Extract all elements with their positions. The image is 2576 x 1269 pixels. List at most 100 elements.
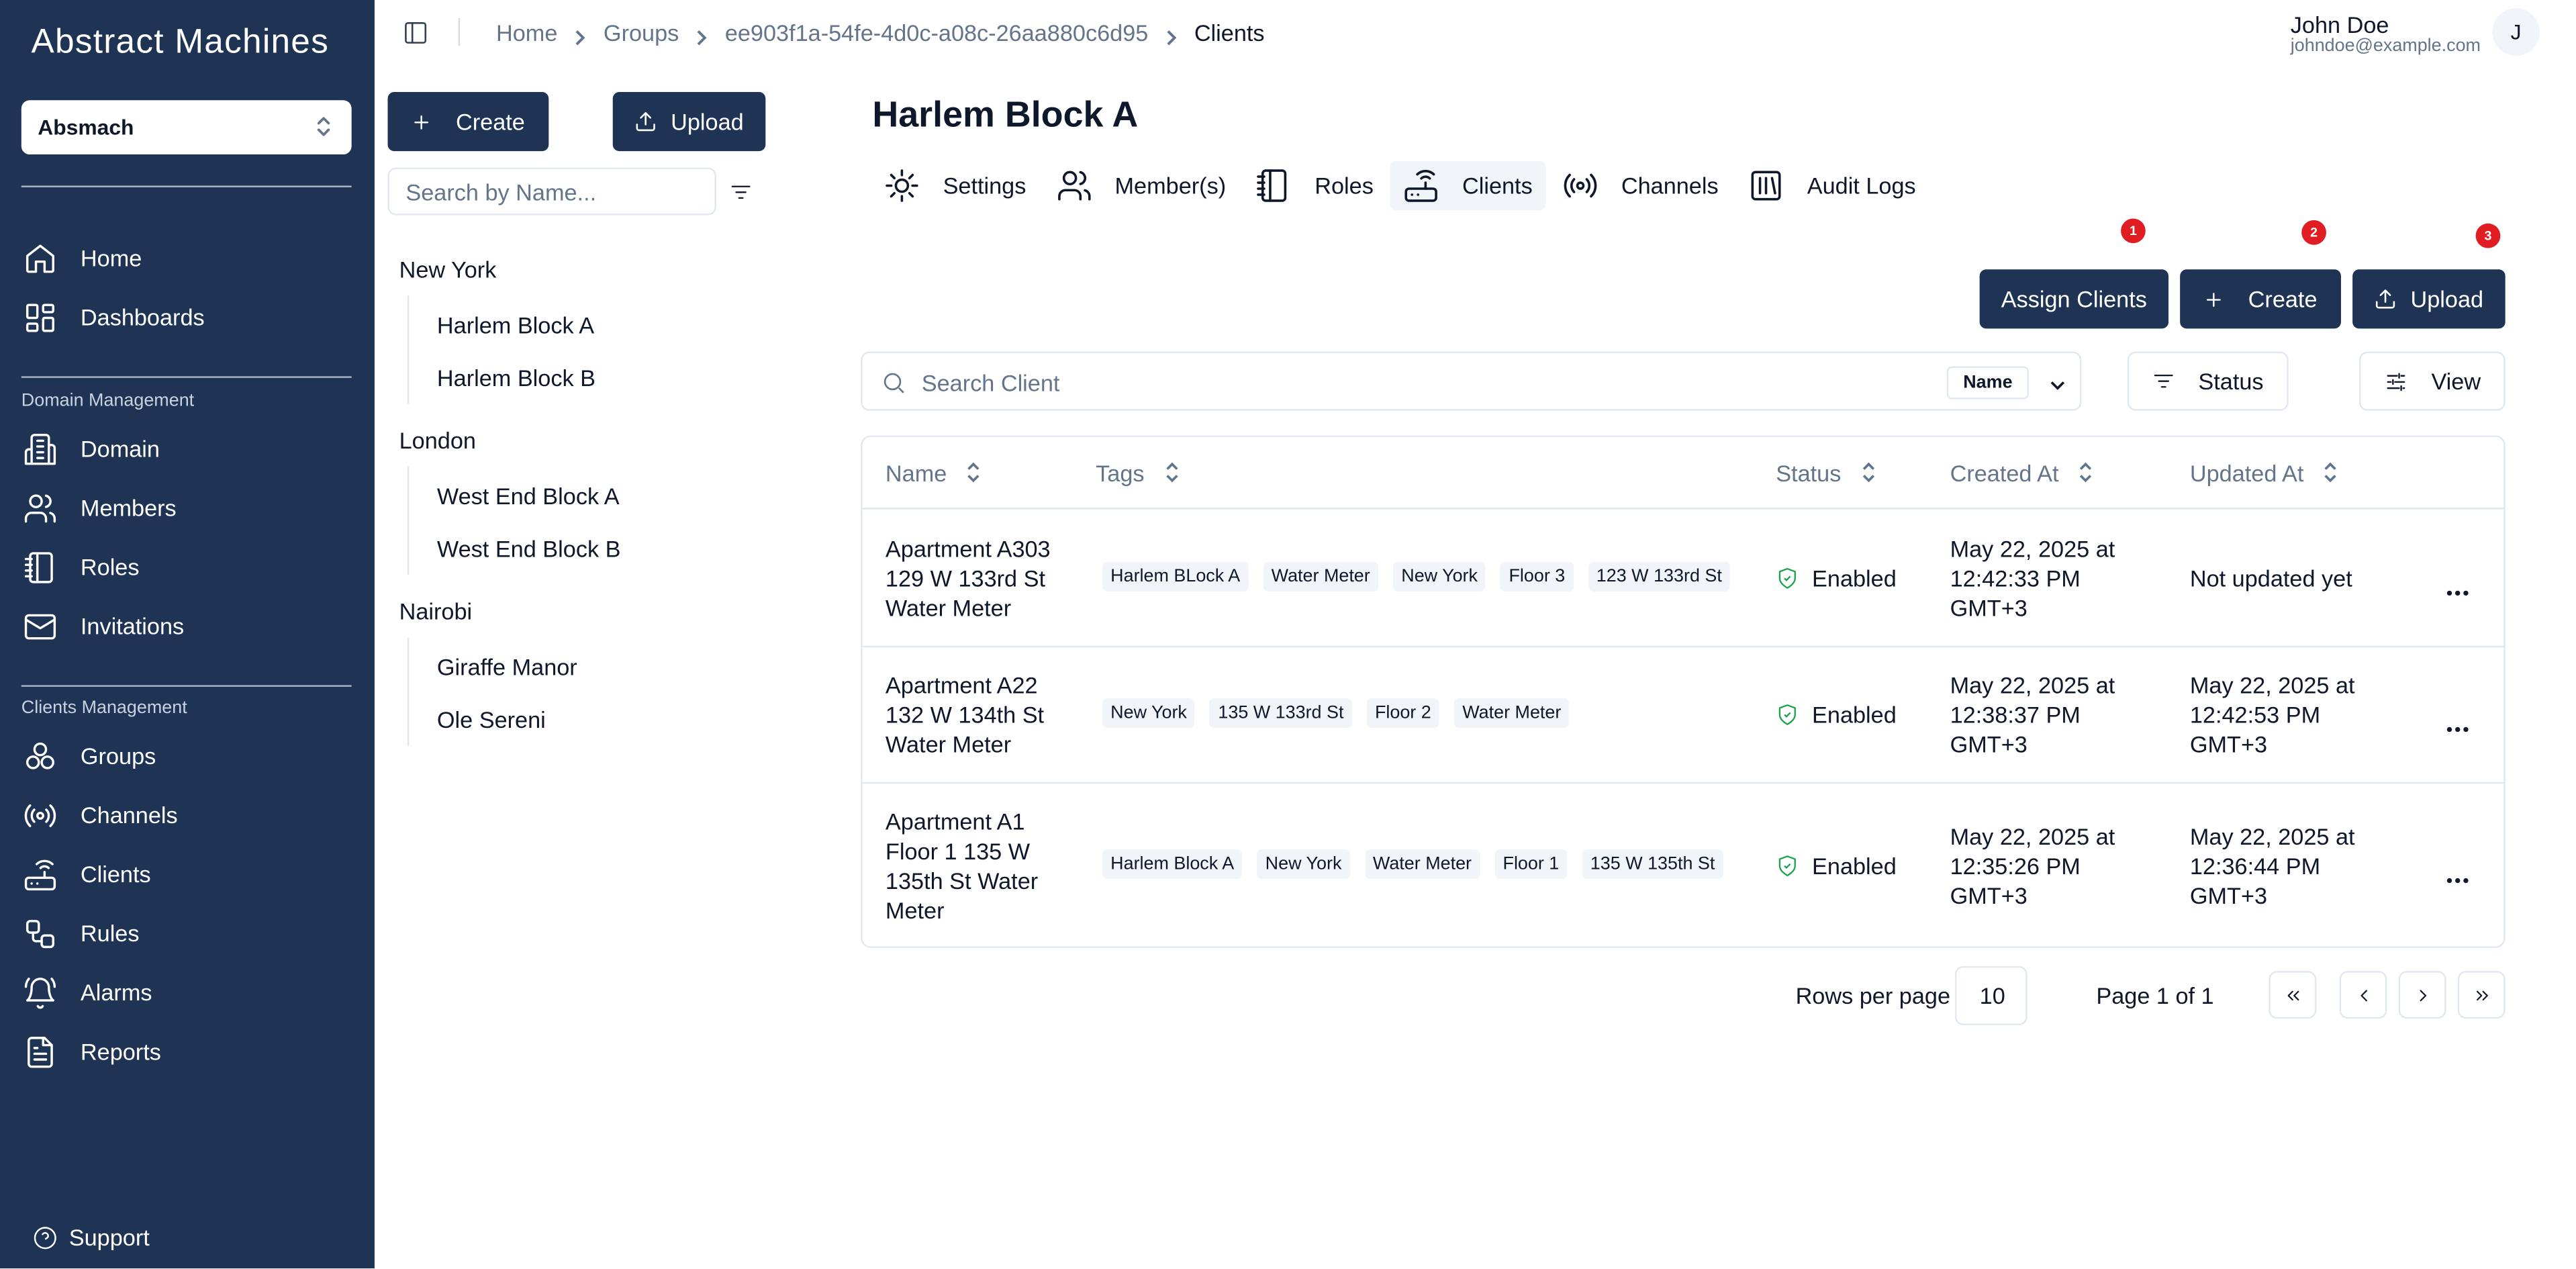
group-filter-button[interactable] <box>729 181 752 203</box>
updated-at-line: 12:42:53 PM <box>2189 701 2321 728</box>
client-create-button[interactable]: Create <box>2180 269 2341 329</box>
shield-check-icon <box>1778 567 1796 589</box>
sidebar-item-home[interactable]: Home <box>21 235 352 281</box>
sidebar-item-label: Members <box>80 494 177 521</box>
dashboard-icon <box>21 299 58 335</box>
sidebar-item-members[interactable]: Members <box>21 485 352 531</box>
tree-branch-line <box>407 466 410 575</box>
created-at-line: May 22, 2025 at <box>1950 671 2115 698</box>
sidebar-item-invitations[interactable]: Invitations <box>21 603 352 649</box>
sort-icon <box>1165 462 1178 483</box>
row-actions-button[interactable] <box>2446 575 2469 596</box>
group-search-input[interactable]: Search by Name... <box>387 167 716 216</box>
tab-audit-logs[interactable]: Audit Logs <box>1735 161 1929 210</box>
tree-group-new-york[interactable]: New York <box>399 256 497 283</box>
breadcrumb-home[interactable]: Home <box>496 19 557 46</box>
sidebar-item-roles[interactable]: Roles <box>21 544 352 590</box>
breadcrumb-groups[interactable]: Groups <box>604 19 679 46</box>
sidebar-item-label: Groups <box>80 743 156 769</box>
avatar[interactable]: J <box>2492 8 2540 56</box>
sidebar-item-label: Dashboards <box>80 303 205 330</box>
user-name: John Doe <box>2290 11 2389 38</box>
tree-group-giraffe-manor[interactable]: Giraffe Manor <box>437 654 577 680</box>
sidebar-toggle-button[interactable] <box>403 19 429 46</box>
table-row[interactable]: Apartment A303 129 W 133rd St Water Mete… <box>862 508 2504 646</box>
first-page-button[interactable] <box>2269 971 2317 1019</box>
logs-icon <box>1751 171 1781 201</box>
status-filter-label: Status <box>2198 368 2264 395</box>
tab-settings[interactable]: Settings <box>871 161 1039 210</box>
tree-group-west-end-block-b[interactable]: West End Block B <box>437 536 621 562</box>
row-actions-button[interactable] <box>2446 863 2469 884</box>
rows-per-page-label: Rows per page <box>1795 982 1951 1009</box>
search-field-select[interactable]: Name <box>1946 366 2030 399</box>
app-root: Abstract Machines Absmach Home Dashboard… <box>0 0 2576 1269</box>
column-header-name[interactable]: Name <box>886 437 982 508</box>
sidebar-item-alarms[interactable]: Alarms <box>21 970 352 1016</box>
filter-icon <box>731 185 751 199</box>
client-name-cell: Apartment A303 129 W 133rd St Water Mete… <box>886 534 1051 622</box>
tree-group-nairobi[interactable]: Nairobi <box>399 598 473 624</box>
client-name-line: Water Meter <box>885 731 1012 758</box>
client-name-line: Apartment A303 <box>885 535 1051 562</box>
tree-group-ole-sereni[interactable]: Ole Sereni <box>437 706 546 733</box>
sidebar-item-domain[interactable]: Domain <box>21 426 352 472</box>
sidebar-item-dashboards[interactable]: Dashboards <box>21 294 352 340</box>
support-label: Support <box>68 1224 150 1251</box>
table-row[interactable]: Apartment A1 Floor 1 135 W 135th St Wate… <box>862 782 2504 947</box>
updated-at-line: GMT+3 <box>2189 731 2268 758</box>
previous-page-button[interactable] <box>2339 971 2387 1019</box>
tab-members[interactable]: Member(s) <box>1043 161 1239 210</box>
users-icon <box>21 489 58 526</box>
user-menu[interactable]: John Doe johndoe@example.com <box>2291 11 2481 56</box>
chevron-down-icon[interactable] <box>2048 373 2066 391</box>
sidebar-item-groups[interactable]: Groups <box>21 733 352 779</box>
tag: 135 W 135th St <box>1582 849 1723 880</box>
row-actions-button[interactable] <box>2446 712 2469 733</box>
column-header-updated-at[interactable]: Updated At <box>2190 437 2338 508</box>
group-upload-button[interactable]: Upload <box>612 92 766 152</box>
tree-group-harlem-block-b[interactable]: Harlem Block B <box>437 365 595 391</box>
client-upload-button[interactable]: Upload <box>2352 269 2506 329</box>
view-options-button[interactable]: View <box>2358 351 2506 411</box>
tab-clients[interactable]: Clients <box>1390 160 1546 211</box>
chevron-right-icon <box>2419 989 2426 1001</box>
status-filter-button[interactable]: Status <box>2127 351 2289 411</box>
column-header-status[interactable]: Status <box>1776 437 1876 508</box>
notebook-icon <box>21 549 58 585</box>
table-row[interactable]: Apartment A22 132 W 134th St Water Meter… <box>862 645 2504 782</box>
sidebar: Abstract Machines Absmach Home Dashboard… <box>0 0 375 1269</box>
upload-icon <box>2376 289 2395 309</box>
tree-group-harlem-block-a[interactable]: Harlem Block A <box>437 312 594 338</box>
tab-roles[interactable]: Roles <box>1243 161 1387 210</box>
tree-group-west-end-block-a[interactable]: West End Block A <box>437 483 620 509</box>
rows-per-page-select[interactable]: 10 <box>1954 966 2028 1025</box>
status-label: Enabled <box>1812 852 1897 880</box>
workflow-icon <box>21 915 58 951</box>
sidebar-item-channels[interactable]: Channels <box>21 792 352 838</box>
tab-channels[interactable]: Channels <box>1549 161 1731 210</box>
updated-at-line: 12:36:44 PM <box>2189 852 2321 880</box>
workspace-select[interactable]: Absmach <box>21 100 352 155</box>
building-icon <box>21 430 58 467</box>
client-search-placeholder: Search Client <box>921 369 1060 396</box>
status-label: Enabled <box>1812 701 1897 728</box>
breadcrumb-current: Clients <box>1194 19 1265 46</box>
group-create-button[interactable]: Create <box>387 92 549 152</box>
breadcrumb-group-id[interactable]: ee903f1a-54fe-4d0c-a08c-26aa880c6d95 <box>725 19 1148 46</box>
support-link[interactable]: Support <box>33 1224 150 1250</box>
sidebar-item-reports[interactable]: Reports <box>21 1029 352 1075</box>
sidebar-item-clients[interactable]: Clients <box>21 851 352 898</box>
tags-cell: Harlem Block A New York Water Meter Floo… <box>1102 849 1738 880</box>
sidebar-item-rules[interactable]: Rules <box>21 910 352 957</box>
client-search-input[interactable]: Search Client Name <box>861 351 2082 411</box>
tab-label: Roles <box>1315 172 1374 199</box>
column-header-tags[interactable]: Tags <box>1096 437 1179 508</box>
assign-clients-button[interactable]: Assign Clients <box>1979 269 2169 329</box>
next-page-button[interactable] <box>2398 971 2446 1019</box>
column-header-created-at[interactable]: Created At <box>1950 437 2093 508</box>
page-info: Page 1 of 1 <box>2096 982 2214 1009</box>
last-page-button[interactable] <box>2457 971 2506 1019</box>
app-logo[interactable]: Abstract Machines <box>31 23 329 62</box>
tree-group-london[interactable]: London <box>399 427 476 453</box>
